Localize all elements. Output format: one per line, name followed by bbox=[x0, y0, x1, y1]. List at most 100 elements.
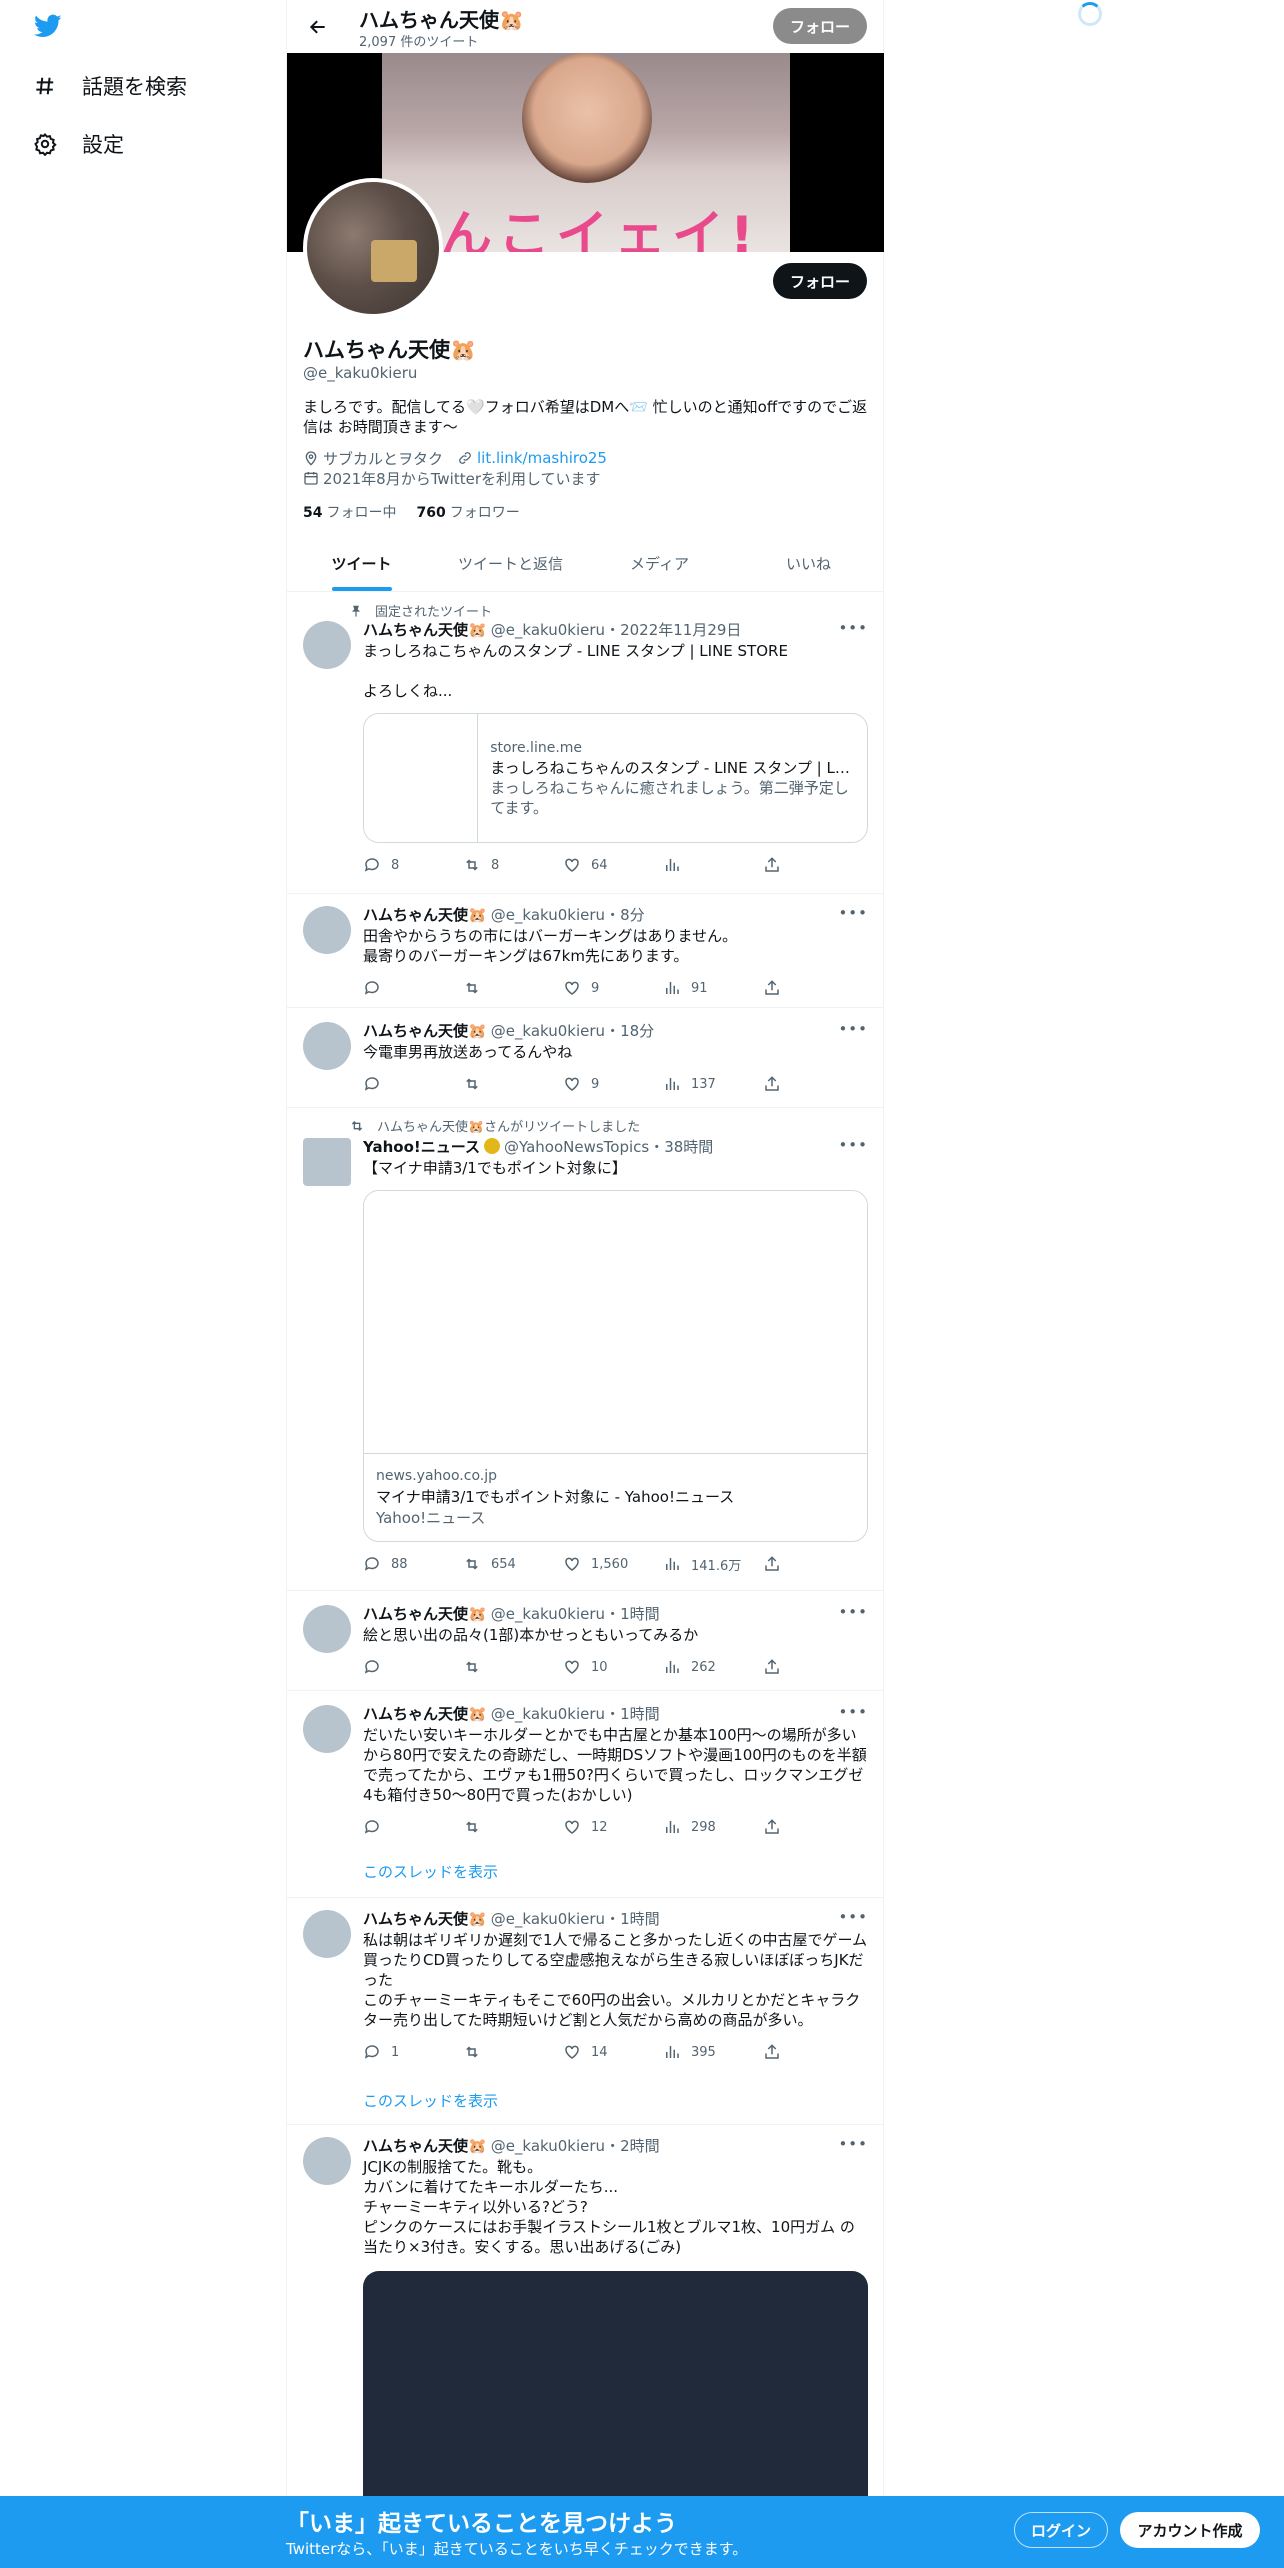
tweet-author-name[interactable]: ハムちゃん天使🐹 bbox=[363, 1020, 487, 1041]
tweet-author-handle[interactable]: @e_kaku0kieru・18分 bbox=[491, 1020, 654, 1041]
tab-tweets-and-replies[interactable]: ツイートと返信 bbox=[436, 536, 585, 591]
tab-likes[interactable]: いいね bbox=[734, 536, 883, 591]
share-button[interactable] bbox=[763, 1555, 791, 1573]
reply-button[interactable]: 1 bbox=[363, 2043, 463, 2061]
share-button[interactable] bbox=[763, 856, 791, 874]
reply-button[interactable] bbox=[363, 979, 463, 997]
avatar[interactable] bbox=[303, 1605, 351, 1653]
avatar[interactable] bbox=[303, 2137, 351, 2185]
avatar[interactable] bbox=[303, 1910, 351, 1958]
retweet-button[interactable] bbox=[463, 1658, 563, 1676]
profile-link-text[interactable]: lit.link/mashiro25 bbox=[477, 449, 607, 467]
login-button[interactable]: ログイン bbox=[1014, 2512, 1108, 2548]
like-button[interactable]: 12 bbox=[563, 1818, 663, 1836]
views-button[interactable]: 137 bbox=[663, 1075, 763, 1093]
like-button[interactable]: 1,560 bbox=[563, 1555, 663, 1573]
views-button[interactable]: 141.6万 bbox=[663, 1555, 763, 1574]
reply-button[interactable]: 8 bbox=[363, 856, 463, 874]
tweet[interactable]: ハムちゃん天使🐹 @e_kaku0kieru・18分 ••• 今電車男再放送あって… bbox=[287, 1008, 884, 1108]
reply-button[interactable] bbox=[363, 1818, 463, 1836]
views-button[interactable]: 298 bbox=[663, 1818, 763, 1836]
like-button[interactable]: 10 bbox=[563, 1658, 663, 1676]
header-follow-button[interactable]: フォロー bbox=[773, 8, 867, 44]
tweet-author-handle[interactable]: @e_kaku0kieru・1時間 bbox=[491, 1603, 660, 1624]
more-options-icon[interactable]: ••• bbox=[838, 1908, 868, 1926]
followers-stat[interactable]: 760 フォロワー bbox=[416, 502, 519, 522]
like-button[interactable]: 14 bbox=[563, 2043, 663, 2061]
more-options-icon[interactable]: ••• bbox=[838, 1136, 868, 1154]
avatar[interactable] bbox=[303, 1022, 351, 1070]
retweet-button[interactable]: 8 bbox=[463, 856, 563, 874]
signup-button[interactable]: アカウント作成 bbox=[1120, 2512, 1260, 2548]
tweet[interactable]: ハムちゃん天使🐹 @e_kaku0kieru・2時間 ••• JCJKの制服捨てた… bbox=[287, 2125, 884, 2531]
tweet-author-handle[interactable]: @YahooNewsTopics・38時間 bbox=[504, 1136, 713, 1157]
link-card[interactable]: store.line.me まっしろねこちゃんのスタンプ - LINE スタンプ… bbox=[363, 713, 868, 843]
like-count: 9 bbox=[591, 1076, 600, 1092]
views-button[interactable] bbox=[663, 856, 763, 874]
avatar[interactable] bbox=[303, 1705, 351, 1753]
tweet-author-name[interactable]: ハムちゃん天使🐹 bbox=[363, 2135, 487, 2156]
nav-settings[interactable]: 設定 bbox=[32, 124, 124, 164]
tweet-author-handle[interactable]: @e_kaku0kieru・8分 bbox=[491, 904, 645, 925]
follow-button[interactable]: フォロー bbox=[773, 263, 867, 299]
tweet-author-name[interactable]: ハムちゃん天使🐹 bbox=[363, 619, 487, 640]
tweet-author-name[interactable]: ハムちゃん天使🐹 bbox=[363, 1603, 487, 1624]
tweet-author-name[interactable]: ハムちゃん天使🐹 bbox=[363, 1703, 487, 1724]
more-options-icon[interactable]: ••• bbox=[838, 2135, 868, 2153]
tweet[interactable]: ハムちゃん天使🐹 @e_kaku0kieru・1時間 ••• 私は朝はギリギリか遅… bbox=[287, 1898, 884, 2125]
like-button[interactable]: 9 bbox=[563, 1075, 663, 1093]
twitter-logo-icon[interactable] bbox=[32, 12, 68, 44]
show-thread-link[interactable]: このスレッドを表示 bbox=[363, 1861, 498, 1882]
retweet-button[interactable] bbox=[463, 2043, 563, 2061]
like-button[interactable]: 64 bbox=[563, 856, 663, 874]
retweet-button[interactable] bbox=[463, 1075, 563, 1093]
tweet[interactable]: 固定されたツイート ハムちゃん天使🐹 @e_kaku0kieru・2022年11月… bbox=[287, 593, 884, 894]
tweet[interactable]: ハムちゃん天使🐹 @e_kaku0kieru・8分 ••• 田舎やからうちの市には… bbox=[287, 894, 884, 1008]
tweet-author-handle[interactable]: @e_kaku0kieru・1時間 bbox=[491, 1703, 660, 1724]
profile-avatar[interactable] bbox=[303, 178, 443, 318]
avatar[interactable] bbox=[303, 621, 351, 669]
reply-button[interactable] bbox=[363, 1658, 463, 1676]
following-stat[interactable]: 54 フォロー中 bbox=[303, 502, 396, 522]
link-card[interactable]: news.yahoo.co.jp マイナ申請3/1でもポイント対象に - Yah… bbox=[363, 1190, 868, 1542]
tweet-author-handle[interactable]: @e_kaku0kieru・2時間 bbox=[491, 2135, 660, 2156]
show-thread-link[interactable]: このスレッドを表示 bbox=[363, 2090, 498, 2111]
tweet-text: まっしろねこちゃんのスタンプ - LINE スタンプ | LINE STORE … bbox=[363, 642, 788, 700]
views-button[interactable]: 91 bbox=[663, 979, 763, 997]
like-button[interactable]: 9 bbox=[563, 979, 663, 997]
avatar[interactable] bbox=[303, 1138, 351, 1186]
share-button[interactable] bbox=[763, 1818, 791, 1836]
nav-explore[interactable]: 話題を検索 bbox=[32, 66, 187, 106]
retweet-button[interactable]: 654 bbox=[463, 1555, 563, 1573]
tab-media[interactable]: メディア bbox=[585, 536, 734, 591]
tweet-author-handle[interactable]: @e_kaku0kieru・2022年11月29日 bbox=[491, 619, 742, 640]
reply-button[interactable] bbox=[363, 1075, 463, 1093]
more-options-icon[interactable]: ••• bbox=[838, 1020, 868, 1038]
more-options-icon[interactable]: ••• bbox=[838, 904, 868, 922]
more-options-icon[interactable]: ••• bbox=[838, 1703, 868, 1721]
share-button[interactable] bbox=[763, 2043, 791, 2061]
more-options-icon[interactable]: ••• bbox=[838, 619, 868, 637]
retweet-button[interactable] bbox=[463, 1818, 563, 1836]
profile-header-bar: ハムちゃん天使🐹 2,097 件のツイート フォロー bbox=[287, 0, 883, 53]
retweet-button[interactable] bbox=[463, 979, 563, 997]
tab-tweets[interactable]: ツイート bbox=[287, 536, 436, 591]
reply-button[interactable]: 88 bbox=[363, 1555, 463, 1573]
share-button[interactable] bbox=[763, 1658, 791, 1676]
share-button[interactable] bbox=[763, 1075, 791, 1093]
more-options-icon[interactable]: ••• bbox=[838, 1603, 868, 1621]
avatar[interactable] bbox=[303, 906, 351, 954]
tweet-author-name[interactable]: ハムちゃん天使🐹 bbox=[363, 1908, 487, 1929]
tweet-author-name[interactable]: ハムちゃん天使🐹 bbox=[363, 904, 487, 925]
tweet[interactable]: ハムちゃん天使🐹 @e_kaku0kieru・1時間 ••• 絵と思い出の品々(1… bbox=[287, 1591, 884, 1691]
views-button[interactable]: 395 bbox=[663, 2043, 763, 2061]
tweet-author-handle[interactable]: @e_kaku0kieru・1時間 bbox=[491, 1908, 660, 1929]
tweet[interactable]: ハムちゃん天使🐹 @e_kaku0kieru・1時間 ••• だいたい安いキーホル… bbox=[287, 1691, 884, 1898]
profile-link[interactable]: lit.link/mashiro25 bbox=[457, 449, 607, 467]
tweet-media[interactable] bbox=[363, 2271, 868, 2531]
tweet[interactable]: ハムちゃん天使🐹さんがリツイートしました Yahoo!ニュース @YahooNew… bbox=[287, 1108, 884, 1591]
tweet-author-name[interactable]: Yahoo!ニュース bbox=[363, 1136, 480, 1157]
back-arrow-icon[interactable] bbox=[301, 12, 335, 42]
views-button[interactable]: 262 bbox=[663, 1658, 763, 1676]
share-button[interactable] bbox=[763, 979, 791, 997]
